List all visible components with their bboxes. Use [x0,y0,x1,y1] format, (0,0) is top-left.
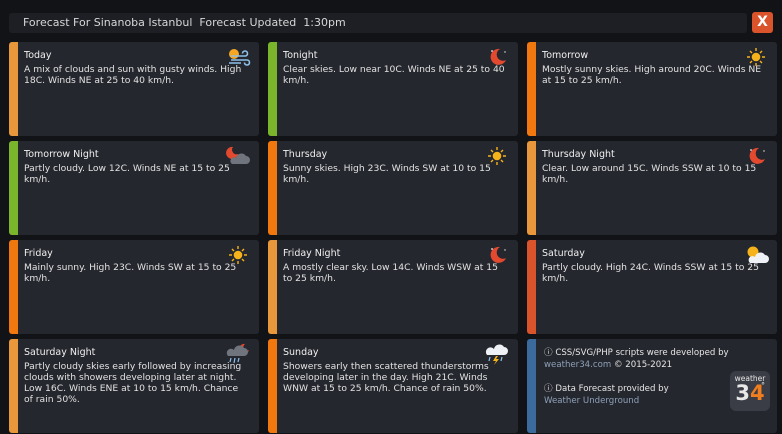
forecast-accent-bar [268,339,277,433]
forecast-description: Showers early then scattered thunderstor… [283,361,489,394]
forecast-header-bar: Forecast For Sinanoba Istanbul Forecast … [9,13,747,33]
forecast-period-name: Friday [24,248,53,259]
forecast-accent-bar [9,240,18,334]
forecast-card: Friday Mainly sunny. High 23C. Winds SW a… [9,240,259,334]
forecast-description: Mainly sunny. High 23C. Winds SW at 15 t… [24,262,237,284]
forecast-period-name: Thursday [283,149,328,160]
forecast-card: Sunday Showers early then scattered thund… [268,339,518,433]
forecast-card: Thursday Night Clear. Low around 15C. Win… [527,141,777,235]
forecast-card: Thursday Sunny skies. High 23C. Winds SW … [268,141,518,235]
rain-night-icon [225,343,251,365]
credits-scripts-line: ⓘ CSS/SVG/PHP scripts were developed by [544,348,729,358]
forecast-description: A mostly clear sky. Low 14C. Winds WSW a… [283,262,498,284]
forecast-card: Tomorrow Mostly sunny skies. High around … [527,42,777,136]
forecast-accent-bar [268,42,277,136]
forecast-period-name: Tonight [283,50,318,61]
forecast-period-name: Today [24,50,52,61]
forecast-period-name: Saturday Night [24,347,96,358]
credits-accent-bar [527,339,536,433]
moon-clear-icon [484,46,510,68]
forecast-description: Partly cloudy. High 24C. Winds SSW at 15… [542,262,759,284]
forecast-accent-bar [268,240,277,334]
forecast-accent-bar [9,42,18,136]
sun-icon [225,244,251,266]
forecast-description: Partly cloudy. Low 12C. Winds NE at 15 t… [24,163,230,185]
forecast-card: Tonight Clear skies. Low near 10C. Winds … [268,42,518,136]
thunderstorm-icon [484,343,510,365]
forecast-card: Saturday Partly cloudy. High 24C. Winds S… [527,240,777,334]
forecast-period-name: Tomorrow Night [24,149,99,160]
weather34-logo: weather 34 ° [730,371,770,411]
forecast-accent-bar [527,42,536,136]
forecast-description: Clear. Low around 15C. Winds SSW at 10 t… [542,163,757,185]
forecast-description: Mostly sunny skies. High around 20C. Win… [542,64,762,86]
forecast-card: Today A mix of clouds and sun with gusty … [9,42,259,136]
forecast-period-name: Saturday [542,248,585,259]
forecast-accent-bar [268,141,277,235]
moon-clear-icon [484,244,510,266]
forecast-period-name: Tomorrow [542,50,589,61]
forecast-accent-bar [527,240,536,334]
forecast-period-name: Thursday Night [542,149,615,160]
forecast-accent-bar [9,339,18,433]
forecast-description: A mix of clouds and sun with gusty winds… [24,64,242,86]
credits-card: ⓘ CSS/SVG/PHP scripts were developed by … [527,339,777,433]
forecast-period-name: Friday Night [283,248,341,259]
cloudy-night-icon [225,145,251,167]
forecast-description: Sunny skies. High 23C. Winds SW at 10 to… [283,163,491,185]
forecast-card: Tomorrow Night Partly cloudy. Low 12C. Wi… [9,141,259,235]
partly-cloudy-icon [743,244,769,266]
forecast-accent-bar [9,141,18,235]
credits-site-link[interactable]: weather34.com [544,360,611,370]
forecast-header-title: Forecast For Sinanoba Istanbul Forecast … [23,16,346,29]
wind-sun-icon [225,46,251,68]
sun-icon [743,46,769,68]
sun-icon [484,145,510,167]
credits-years: © 2015-2021 [611,360,673,370]
forecast-description: Clear skies. Low near 10C. Winds NE at 2… [283,64,505,86]
logo-degree: ° [761,381,765,390]
moon-clear-icon [743,145,769,167]
close-button[interactable]: X [752,12,773,33]
forecast-accent-bar [527,141,536,235]
forecast-description: Partly cloudy skies early followed by in… [24,361,242,405]
forecast-card: Saturday Night Partly cloudy skies early … [9,339,259,433]
forecast-period-name: Sunday [283,347,319,358]
forecast-card: Friday Night A mostly clear sky. Low 14C.… [268,240,518,334]
